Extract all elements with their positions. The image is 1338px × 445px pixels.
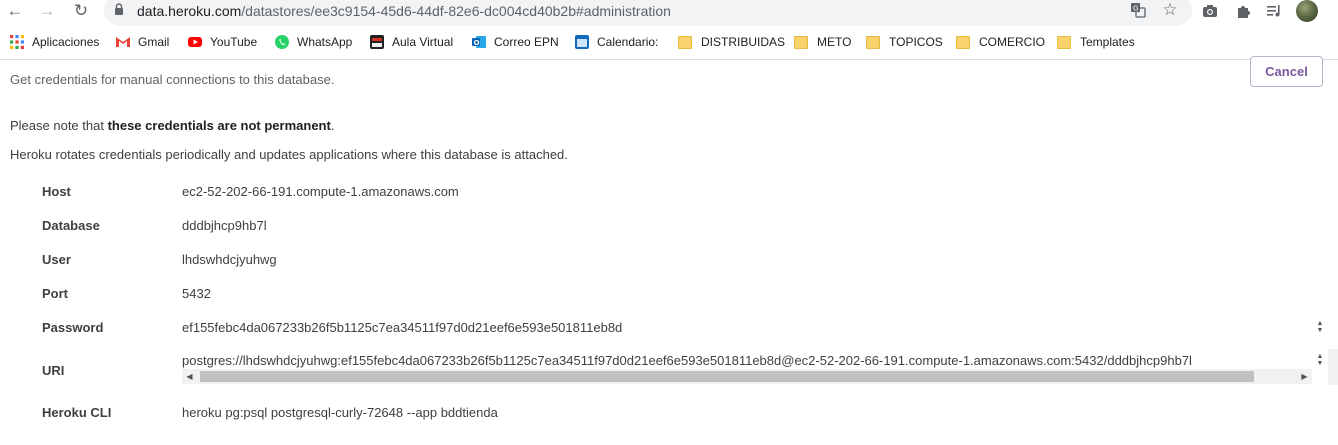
rotation-note: Heroku rotates credentials periodically … (10, 147, 568, 162)
bookmark-label: DISTRIBUIDAS (701, 35, 786, 49)
profile-avatar[interactable] (1296, 0, 1318, 22)
folder-icon (866, 35, 880, 49)
scroll-right-icon[interactable]: ▶ (1297, 369, 1312, 384)
outlook-icon: O (472, 36, 486, 48)
folder-icon (678, 35, 692, 49)
uri-field[interactable]: postgres://lhdswhdcjyuhwg:ef155febc4da06… (182, 349, 1328, 385)
bookmark-label: YouTube (210, 35, 258, 49)
bookmark-folder-comercio[interactable]: COMERCIO (956, 32, 1045, 52)
credentials-subtitle: Get credentials for manual connections t… (10, 72, 335, 87)
host-label: Host (42, 184, 71, 199)
url-host: data.heroku.com (137, 3, 242, 19)
bookmark-label: Templates (1080, 35, 1135, 49)
star-bookmark-icon[interactable]: ☆ (1160, 0, 1180, 20)
folder-icon (956, 35, 970, 49)
credentials-permanence-note: Please note that these credentials are n… (10, 118, 334, 133)
address-bar[interactable]: data.heroku.com/datastores/ee3c9154-45d6… (104, 0, 1192, 26)
bookmarks-bar: Aplicaciones Gmail YouTube WhatsApp Aula… (0, 30, 1338, 54)
bookmark-label: Aplicaciones (32, 35, 100, 49)
bookmark-whatsapp[interactable]: WhatsApp (274, 32, 352, 52)
lock-icon[interactable] (114, 3, 124, 15)
caret-up-icon: ▲ (1316, 320, 1324, 327)
uri-value[interactable]: postgres://lhdswhdcjyuhwg:ef155febc4da06… (182, 353, 1192, 368)
uri-vertical-scroll-track[interactable] (1328, 349, 1338, 385)
scrollbar-thumb[interactable] (200, 371, 1254, 382)
bookmark-correo-epn[interactable]: O Correo EPN (471, 32, 559, 52)
bookmark-folder-meto[interactable]: METO (794, 32, 851, 52)
svg-text:O: O (474, 39, 480, 47)
folder-icon (794, 35, 808, 49)
bookmark-label: TOPICOS (889, 35, 943, 49)
youtube-icon (188, 37, 202, 47)
bookmark-label: METO (817, 35, 852, 49)
user-value[interactable]: lhdswhdcjyuhwg (182, 252, 277, 267)
database-label: Database (42, 218, 100, 233)
caret-down-icon: ▼ (1316, 360, 1324, 367)
scroll-left-icon[interactable]: ◀ (182, 369, 197, 384)
browser-chrome-divider (0, 59, 1338, 60)
port-label: Port (42, 286, 68, 301)
back-arrow-icon[interactable]: ← (4, 0, 26, 22)
host-value[interactable]: ec2-52-202-66-191.compute-1.amazonaws.co… (182, 184, 459, 199)
whatsapp-icon (275, 35, 289, 49)
database-value[interactable]: dddbjhcp9hb7l (182, 218, 267, 233)
apps-grid-icon (10, 35, 24, 49)
heroku-cli-value[interactable]: heroku pg:psql postgresql-curly-72648 --… (182, 405, 498, 420)
translate-icon[interactable]: G (1128, 0, 1148, 20)
password-value[interactable]: ef155febc4da067233b26f5b1125c7ea34511f97… (182, 320, 622, 335)
password-field-resize-handle[interactable]: ▲ ▼ (1313, 319, 1327, 335)
user-label: User (42, 252, 71, 267)
camera-icon[interactable] (1200, 1, 1220, 21)
folder-icon (1057, 35, 1071, 49)
bookmark-folder-topicos[interactable]: TOPICOS (866, 32, 943, 52)
bookmark-label: Calendario: (597, 35, 659, 49)
svg-text:G: G (1133, 5, 1138, 13)
bookmark-label: Gmail (138, 35, 170, 49)
caret-down-icon: ▼ (1316, 327, 1324, 334)
media-queue-icon[interactable] (1264, 1, 1284, 21)
uri-horizontal-scrollbar[interactable]: ◀ ▶ (182, 369, 1312, 384)
forward-arrow-icon[interactable]: → (36, 0, 58, 22)
bookmark-label: Correo EPN (494, 35, 559, 49)
note-prefix: Please note that (10, 118, 108, 133)
uri-label: URI (42, 363, 65, 378)
bookmark-label: COMERCIO (979, 35, 1045, 49)
password-label: Password (42, 320, 104, 335)
extensions-puzzle-icon[interactable] (1233, 1, 1253, 21)
bookmark-apps[interactable]: Aplicaciones (9, 32, 99, 52)
cancel-button[interactable]: Cancel (1250, 56, 1323, 87)
url-text: data.heroku.com/datastores/ee3c9154-45d6… (137, 3, 671, 19)
browser-toolbar: ← → ↻ data.heroku.com/datastores/ee3c915… (0, 0, 1338, 26)
bookmark-label: Aula Virtual (392, 35, 454, 49)
reload-icon[interactable]: ↻ (70, 0, 92, 22)
port-value[interactable]: 5432 (182, 286, 211, 301)
bookmark-folder-templates[interactable]: Templates (1057, 32, 1135, 52)
gmail-icon (116, 37, 130, 47)
aula-virtual-icon (370, 35, 384, 49)
bookmark-aula-virtual[interactable]: Aula Virtual (369, 32, 453, 52)
uri-field-resize-handle[interactable]: ▲ ▼ (1313, 352, 1327, 368)
bookmark-label: WhatsApp (297, 35, 353, 49)
note-emphasis: these credentials are not permanent (107, 118, 331, 133)
bookmark-youtube[interactable]: YouTube (187, 32, 257, 52)
calendar-icon (575, 35, 589, 49)
heroku-cli-label: Heroku CLI (42, 405, 112, 420)
url-path: /datastores/ee3c9154-45d6-44df-82e6-dc00… (241, 3, 671, 19)
bookmark-folder-distribuidas[interactable]: DISTRIBUIDAS (678, 32, 785, 52)
bookmark-calendario[interactable]: Calendario: (574, 32, 658, 52)
bookmark-gmail[interactable]: Gmail (115, 32, 169, 52)
note-suffix: . (330, 118, 335, 133)
caret-up-icon: ▲ (1316, 353, 1324, 360)
